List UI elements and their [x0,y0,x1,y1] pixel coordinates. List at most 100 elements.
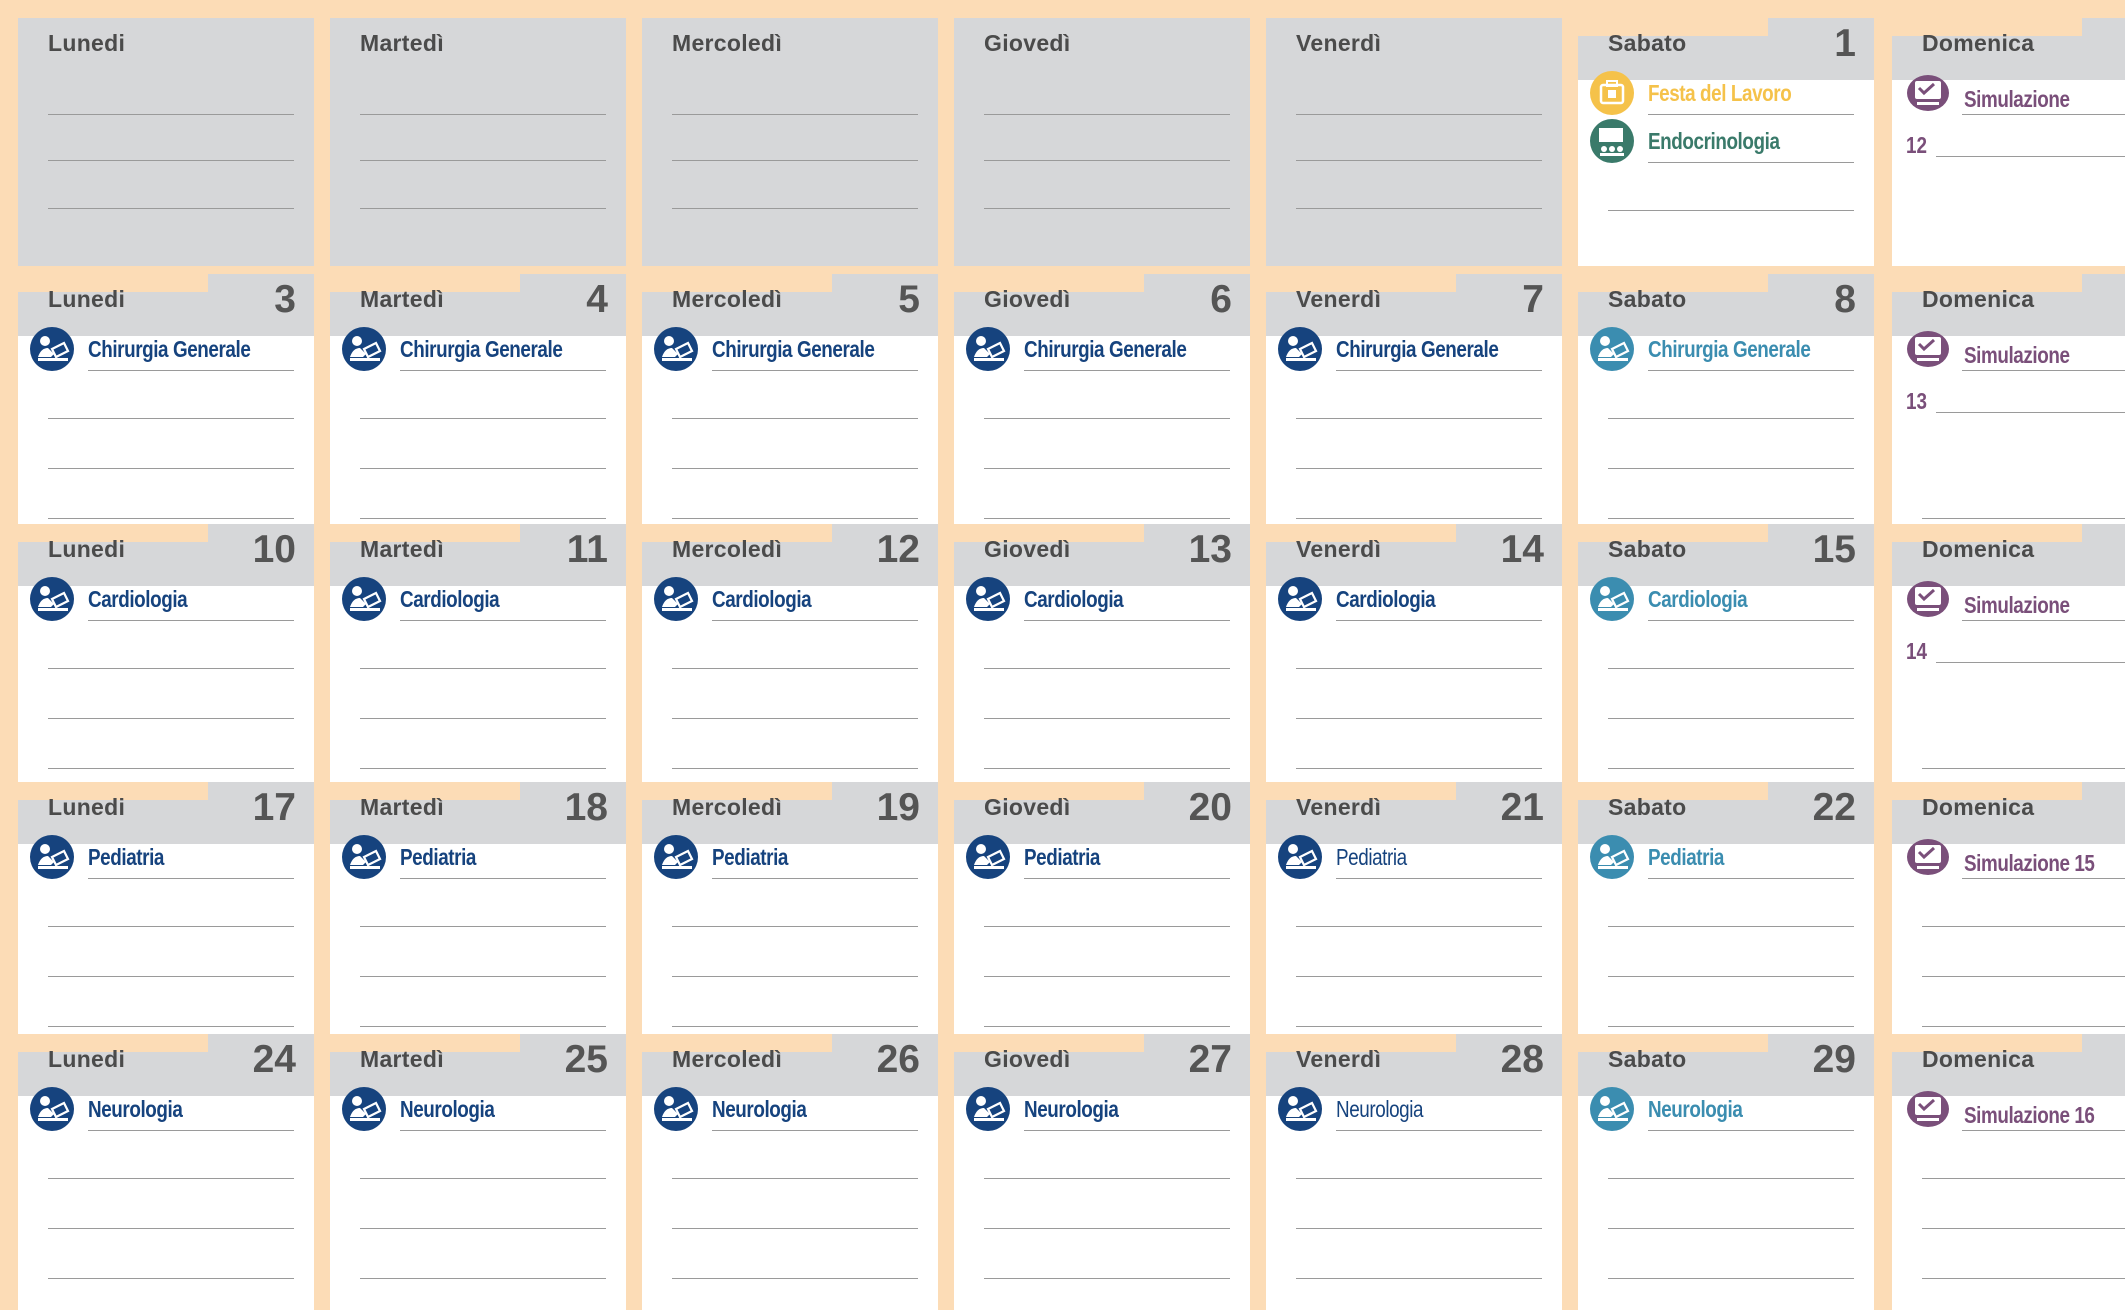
calendar-event[interactable]: Pediatria [342,834,493,880]
calendar-event[interactable]: Endocrinologia [1590,118,1808,164]
calendar-day-cell[interactable]: Venerdì 21 Pediatria [1266,782,1562,1058]
calendar-event[interactable]: Neurologia [966,1086,1139,1132]
calendar-day-cell[interactable]: Lunedi 3 Chirurgia Generale [18,274,314,550]
study-icon [30,835,74,879]
writing-line [1608,768,1854,769]
writing-line [48,208,294,209]
calendar-event[interactable]: Neurologia [342,1086,515,1132]
calendar-day-cell[interactable]: Martedì [330,18,626,266]
calendar-day-cell[interactable]: Domenica2Simulazione12 [1892,18,2125,266]
calendar-day-cell[interactable]: Venerdì [1266,18,1562,266]
writing-line [672,1026,918,1027]
calendar-event[interactable]: Chirurgia Generale [1278,326,1534,372]
calendar-day-cell[interactable]: Domenica23Simulazione 15 [1892,782,2125,1058]
calendar-day-cell[interactable]: Mercoledì 5 Chirurgia Generale [642,274,938,550]
calendar-day-cell[interactable]: Giovedì 13 Cardiologia [954,524,1250,800]
calendar-day-cell[interactable]: Giovedì 6 Chirurgia Generale [954,274,1250,550]
calendar-day-cell[interactable]: Venerdì 28 Neurologia [1266,1034,1562,1310]
weekday-label: Domenica [1922,1046,2035,1072]
event-label: Neurologia [1648,1095,1743,1122]
calendar-day-cell[interactable]: Mercoledì 26 Neurologia [642,1034,938,1310]
calendar-day-cell[interactable]: Martedì 4 Chirurgia Generale [330,274,626,550]
calendar-event[interactable]: Simulazione [1906,326,2093,372]
calendar-event[interactable]: Chirurgia Generale [1590,326,1846,372]
calendar-day-cell[interactable]: Martedì 25 Neurologia [330,1034,626,1310]
calendar-event[interactable]: Chirurgia Generale [342,326,598,372]
calendar-event[interactable]: Neurologia [654,1086,827,1132]
calendar-day-cell[interactable]: Martedì 18 Pediatria [330,782,626,1058]
calendar-day-cell[interactable]: Mercoledì 19 Pediatria [642,782,938,1058]
calendar-event[interactable]: Cardiologia [654,576,833,622]
event-underline [712,370,918,371]
writing-line [984,468,1230,469]
writing-line [1922,768,2125,769]
event-underline [1648,1130,1854,1131]
calendar-day-cell[interactable]: Lunedi [18,18,314,266]
calendar-event[interactable]: Pediatria [966,834,1117,880]
calendar-event[interactable]: Cardiologia [966,576,1145,622]
calendar-day-cell[interactable]: Domenica30Simulazione 16 [1892,1034,2125,1310]
calendar-event[interactable]: Simulazione [1906,576,2093,622]
calendar-day-cell[interactable]: Martedì 11 Cardiologia [330,524,626,800]
calendar-day-cell[interactable]: Domenica16Simulazione14 [1892,524,2125,800]
event-underline [1024,620,1230,621]
study-icon [966,327,1010,371]
weekday-label: Martedì [360,286,444,312]
day-number: 25 [564,1038,608,1081]
calendar-event[interactable]: Festa del Lavoro [1590,70,1823,116]
calendar-day-cell[interactable]: Lunedi 10 Cardiologia [18,524,314,800]
event-label: Chirurgia Generale [1024,335,1187,362]
event-underline [1962,878,2125,879]
weekday-label: Giovedì [984,30,1071,56]
study-icon [1278,835,1322,879]
writing-line [984,1026,1230,1027]
calendar-day-cell[interactable]: Sabato 1 Festa del Lavoro Endocrinologia [1578,18,1874,266]
calendar-event[interactable]: Simulazione [1906,70,2093,116]
calendar-event[interactable]: Neurologia [1278,1086,1442,1132]
writing-line [672,208,918,209]
calendar-event[interactable]: Cardiologia [342,576,521,622]
calendar-day-cell[interactable]: Giovedì 20 Pediatria [954,782,1250,1058]
study-icon [342,835,386,879]
calendar-day-cell[interactable]: Sabato 8 Chirurgia Generale [1578,274,1874,550]
event-label: Pediatria [1648,843,1724,870]
calendar-event[interactable]: Pediatria [654,834,805,880]
calendar-event[interactable]: Cardiologia [30,576,209,622]
writing-line [672,160,918,161]
calendar-event[interactable]: Chirurgia Generale [966,326,1222,372]
calendar-day-cell[interactable]: Venerdì 7 Chirurgia Generale [1266,274,1562,550]
calendar-day-cell[interactable]: Sabato 29 Neurologia [1578,1034,1874,1310]
study-icon [966,1087,1010,1131]
calendar-day-cell[interactable]: Giovedì [954,18,1250,266]
calendar-event[interactable]: Neurologia [1590,1086,1763,1132]
event-label: Endocrinologia [1648,127,1780,154]
calendar-event[interactable]: Pediatria [1590,834,1741,880]
event-label: Cardiologia [1648,585,1748,612]
calendar-day-cell[interactable]: Domenica9Simulazione13 [1892,274,2125,550]
calendar-event[interactable]: Chirurgia Generale [654,326,910,372]
calendar-event[interactable]: Neurologia [30,1086,203,1132]
calendar-event[interactable]: Simulazione 16 [1906,1086,2123,1132]
calendar-day-cell[interactable]: Lunedi 24 Neurologia [18,1034,314,1310]
weekday-label: Venerdì [1296,794,1382,820]
calendar-event[interactable]: Pediatria [1278,834,1422,880]
calendar-event[interactable]: Cardiologia [1278,576,1457,622]
calendar-event[interactable]: Cardiologia [1590,576,1769,622]
calendar-day-cell[interactable]: Giovedì 27 Neurologia [954,1034,1250,1310]
weekday-label: Sabato [1608,794,1687,820]
calendar-day-cell[interactable]: Mercoledì 12 Cardiologia [642,524,938,800]
day-number: 6 [1210,278,1232,321]
calendar-day-cell[interactable]: Mercoledì [642,18,938,266]
writing-line [1296,518,1542,519]
calendar-day-cell[interactable]: Lunedi 17 Pediatria [18,782,314,1058]
calendar-event[interactable]: Chirurgia Generale [30,326,286,372]
simulation-number: 13 [1906,388,1927,414]
calendar-day-cell[interactable]: Sabato 22 Pediatria [1578,782,1874,1058]
calendar-day-cell[interactable]: Venerdì 14 Cardiologia [1266,524,1562,800]
calendar-event[interactable]: Pediatria [30,834,181,880]
calendar-event[interactable]: Simulazione 15 [1906,834,2123,880]
event-underline [1024,370,1230,371]
writing-line [1608,418,1854,419]
calendar-day-cell[interactable]: Sabato 15 Cardiologia [1578,524,1874,800]
event-label: Chirurgia Generale [712,335,875,362]
